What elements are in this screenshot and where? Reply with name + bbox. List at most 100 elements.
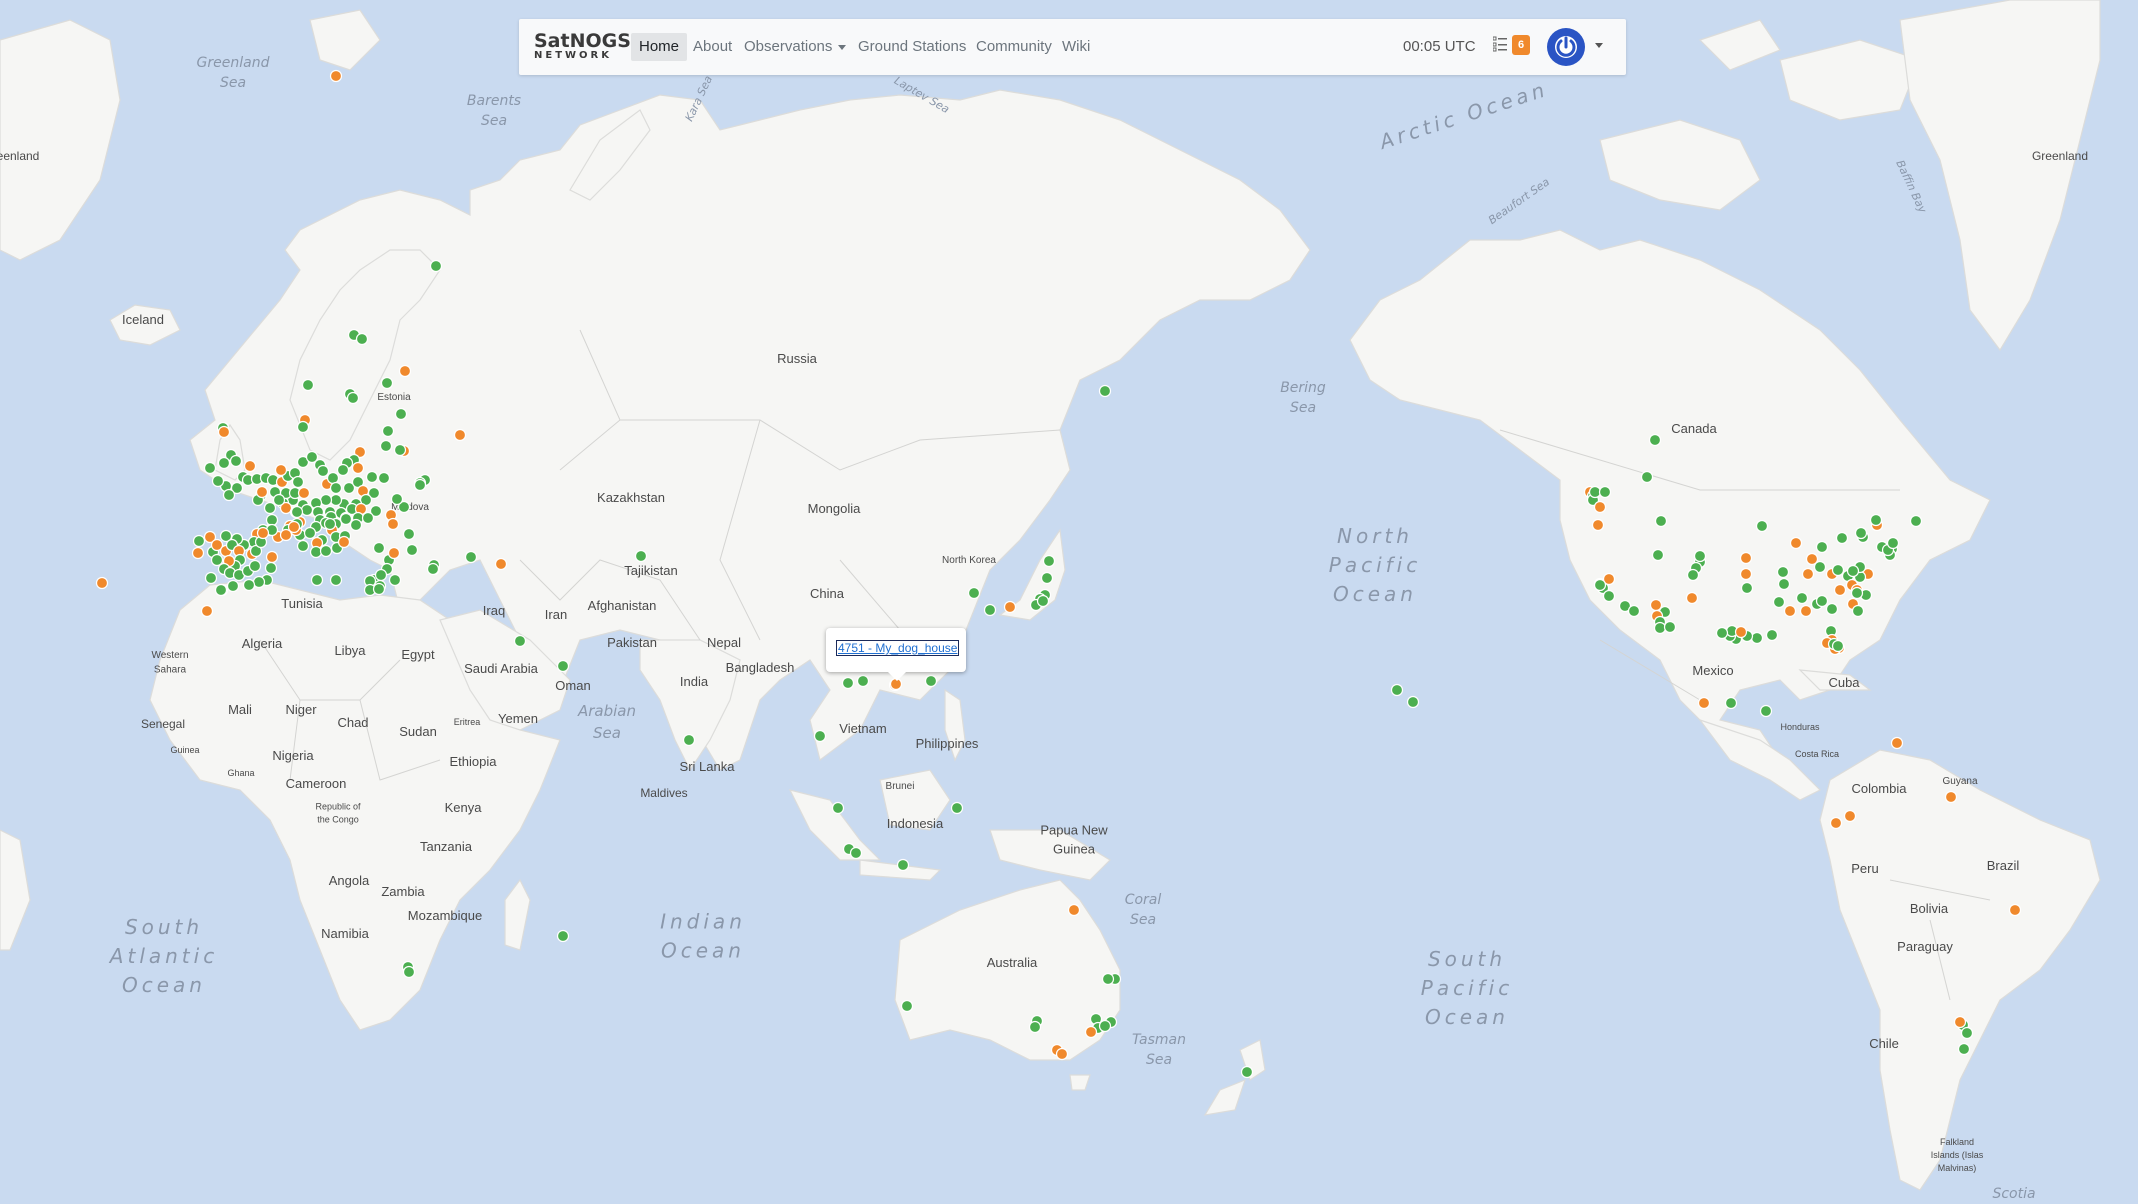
station-marker-online[interactable] <box>1406 695 1420 709</box>
station-marker-online[interactable] <box>1759 704 1773 718</box>
station-marker-testing[interactable] <box>1055 1047 1069 1061</box>
station-marker-online[interactable] <box>1040 571 1054 585</box>
station-marker-testing[interactable] <box>494 557 508 571</box>
station-marker-testing[interactable] <box>351 461 365 475</box>
world-map[interactable]: IcelandRussiaEstoniaMoldovaKazakhstanMon… <box>0 0 2138 1204</box>
station-marker-online[interactable] <box>1750 631 1764 645</box>
user-menu-chevron-down-icon[interactable] <box>1595 43 1603 48</box>
station-marker-testing[interactable] <box>329 69 343 83</box>
station-marker-testing[interactable] <box>1593 500 1607 514</box>
station-marker-online[interactable] <box>296 420 310 434</box>
nav-ground-stations[interactable]: Ground Stations <box>850 33 974 61</box>
station-marker-testing[interactable] <box>256 526 270 540</box>
station-marker-online[interactable] <box>1627 604 1641 618</box>
station-marker-online[interactable] <box>296 539 310 553</box>
station-marker-online[interactable] <box>329 493 343 507</box>
station-marker-online[interactable] <box>319 544 333 558</box>
station-marker-online[interactable] <box>402 527 416 541</box>
station-marker-testing[interactable] <box>1685 591 1699 605</box>
station-marker-testing[interactable] <box>1084 1025 1098 1039</box>
station-marker-online[interactable] <box>339 512 353 526</box>
station-marker-testing[interactable] <box>191 546 205 560</box>
station-marker-online[interactable] <box>379 439 393 453</box>
station-marker-testing[interactable] <box>1067 903 1081 917</box>
station-marker-online[interactable] <box>300 503 314 517</box>
station-marker-online[interactable] <box>1693 549 1707 563</box>
station-marker-online[interactable] <box>1835 531 1849 545</box>
station-marker-online[interactable] <box>355 332 369 346</box>
station-marker-online[interactable] <box>1715 626 1729 640</box>
station-marker-online[interactable] <box>924 674 938 688</box>
station-marker-online[interactable] <box>211 474 225 488</box>
station-marker-testing[interactable] <box>95 576 109 590</box>
station-marker-online[interactable] <box>1653 621 1667 635</box>
station-marker-online[interactable] <box>1098 384 1112 398</box>
station-marker-testing[interactable] <box>1843 809 1857 823</box>
station-marker-online[interactable] <box>1815 540 1829 554</box>
station-marker-online[interactable] <box>372 582 386 596</box>
station-marker-online[interactable] <box>556 659 570 673</box>
station-marker-testing[interactable] <box>297 486 311 500</box>
station-marker-online[interactable] <box>1602 589 1616 603</box>
station-marker-online[interactable] <box>1240 1065 1254 1079</box>
station-marker-online[interactable] <box>1028 1020 1042 1034</box>
station-marker-online[interactable] <box>1663 620 1677 634</box>
station-marker-online[interactable] <box>336 463 350 477</box>
station-marker-online[interactable] <box>413 478 427 492</box>
station-marker-online[interactable] <box>346 391 360 405</box>
station-marker-testing[interactable] <box>1783 604 1797 618</box>
station-marker-online[interactable] <box>1740 581 1754 595</box>
station-marker-testing[interactable] <box>1953 1015 1967 1029</box>
station-marker-testing[interactable] <box>217 425 231 439</box>
station-marker-online[interactable] <box>1640 470 1654 484</box>
station-marker-online[interactable] <box>682 733 696 747</box>
station-marker-online[interactable] <box>813 729 827 743</box>
station-marker-online[interactable] <box>1651 548 1665 562</box>
station-marker-online[interactable] <box>229 454 243 468</box>
station-marker-online[interactable] <box>849 846 863 860</box>
station-marker-online[interactable] <box>272 493 286 507</box>
station-marker-online[interactable] <box>1957 1042 1971 1056</box>
station-marker-online[interactable] <box>1042 554 1056 568</box>
satnogs-logo[interactable]: SatNOGS NETWORK <box>534 32 631 62</box>
station-marker-online[interactable] <box>1831 639 1845 653</box>
station-marker-online[interactable] <box>1886 536 1900 550</box>
station-marker-testing[interactable] <box>1739 567 1753 581</box>
station-marker-online[interactable] <box>950 801 964 815</box>
station-marker-online[interactable] <box>464 550 478 564</box>
station-marker-online[interactable] <box>301 378 315 392</box>
station-marker-online[interactable] <box>214 583 228 597</box>
station-marker-online[interactable] <box>319 493 333 507</box>
station-marker-online[interactable] <box>323 517 337 531</box>
station-marker-online[interactable] <box>203 461 217 475</box>
station-marker-online[interactable] <box>361 511 375 525</box>
station-marker-online[interactable] <box>1869 513 1883 527</box>
station-marker-testing[interactable] <box>255 485 269 499</box>
station-marker-online[interactable] <box>329 573 343 587</box>
station-marker-online[interactable] <box>1795 591 1809 605</box>
station-marker-online[interactable] <box>326 471 340 485</box>
jobs-count-badge[interactable]: 6 <box>1512 35 1530 55</box>
station-marker-online[interactable] <box>222 488 236 502</box>
station-marker-testing[interactable] <box>1789 536 1803 550</box>
station-marker-online[interactable] <box>377 471 391 485</box>
nav-observations[interactable]: Observations <box>736 33 854 61</box>
station-marker-online[interactable] <box>1686 568 1700 582</box>
station-marker-online[interactable] <box>1846 564 1860 578</box>
station-marker-online[interactable] <box>1724 696 1738 710</box>
station-marker-online[interactable] <box>1813 560 1827 574</box>
station-marker-online[interactable] <box>393 443 407 457</box>
station-marker-online[interactable] <box>1755 519 1769 533</box>
station-marker-online[interactable] <box>967 586 981 600</box>
station-marker-online[interactable] <box>390 492 404 506</box>
station-marker-online[interactable] <box>1765 628 1779 642</box>
station-marker-online[interactable] <box>1098 1019 1112 1033</box>
station-marker-online[interactable] <box>248 559 262 573</box>
user-avatar[interactable] <box>1547 28 1585 66</box>
station-marker-online[interactable] <box>1598 485 1612 499</box>
station-marker-testing[interactable] <box>1944 790 1958 804</box>
station-marker-online[interactable] <box>841 676 855 690</box>
station-marker-online[interactable] <box>329 481 343 495</box>
station-marker-online[interactable] <box>426 562 440 576</box>
station-marker-online[interactable] <box>1777 577 1791 591</box>
